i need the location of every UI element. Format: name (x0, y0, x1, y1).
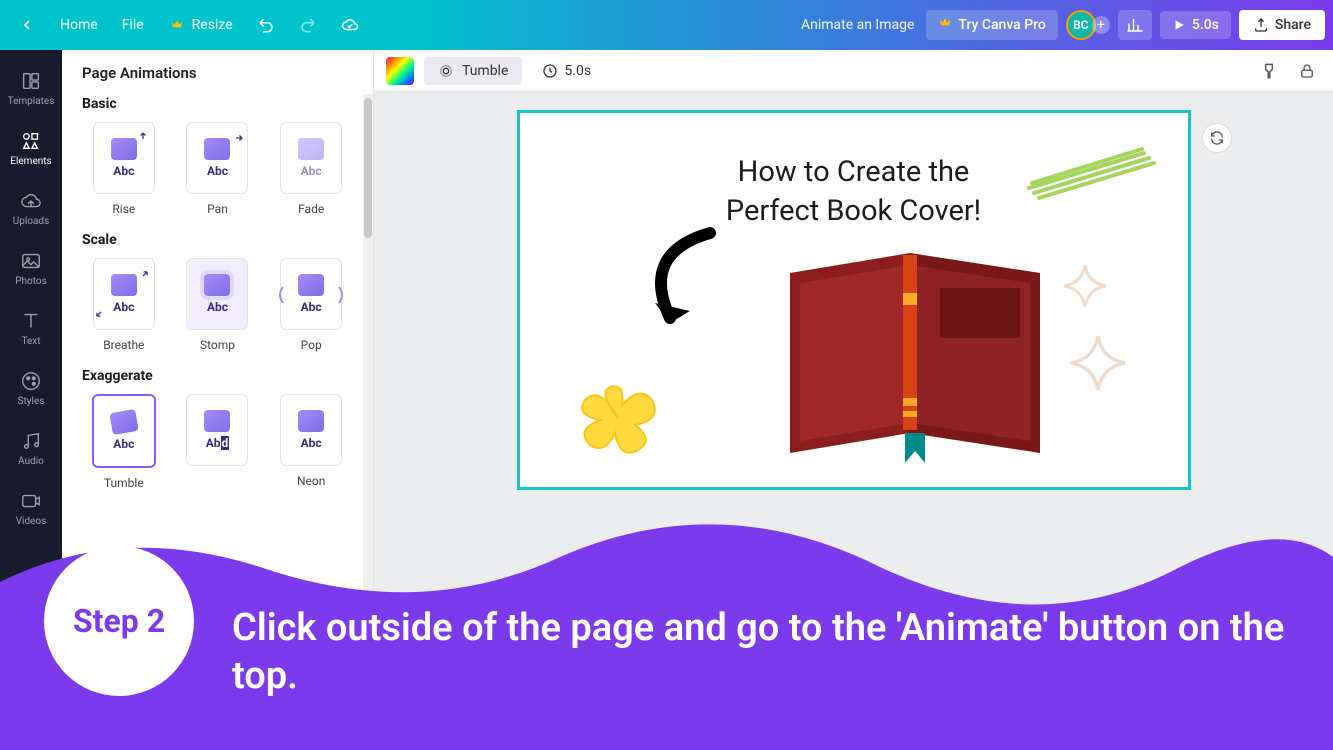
redo-button[interactable] (289, 10, 327, 40)
play-icon (1172, 18, 1186, 32)
context-toolbar: Tumble 5.0s (374, 50, 1333, 92)
anim-label: Rise (112, 202, 135, 216)
rail-text[interactable]: Text (0, 298, 62, 358)
rail-templates[interactable]: Templates (0, 58, 62, 118)
crown-icon (168, 16, 186, 34)
videos-icon (20, 490, 42, 512)
document-title[interactable]: Animate an Image (801, 17, 914, 33)
file-label: File (122, 17, 144, 33)
scribble-graphic[interactable] (1024, 143, 1164, 203)
share-button[interactable]: Share (1239, 10, 1325, 40)
anim-pan[interactable]: Abc (186, 122, 248, 194)
rail-label: Uploads (13, 216, 49, 227)
text-icon (20, 310, 42, 332)
rail-label: Text (21, 336, 40, 347)
sparkle-graphic[interactable] (1068, 333, 1128, 393)
animation-icon (438, 63, 454, 79)
present-duration: 5.0s (1192, 17, 1219, 33)
anim-item[interactable]: Abd (186, 394, 248, 466)
undo-icon (257, 16, 275, 34)
anim-neon[interactable]: Abc (280, 394, 342, 466)
chart-icon (1126, 16, 1144, 34)
anim-tumble[interactable]: Abc (92, 394, 156, 468)
canvas-page[interactable]: How to Create thePerfect Book Cover! (517, 110, 1191, 490)
anim-label: Tumble (104, 476, 144, 490)
insights-button[interactable] (1118, 10, 1152, 40)
elements-icon (20, 130, 42, 152)
rail-label: Audio (18, 456, 44, 467)
rail-styles[interactable]: Styles (0, 358, 62, 418)
arrow-graphic[interactable] (620, 223, 740, 343)
section-basic: Basic (82, 96, 353, 112)
rail-label: Elements (10, 156, 51, 167)
anim-label: Neon (297, 474, 325, 488)
sync-page-button[interactable] (1202, 123, 1232, 153)
undo-button[interactable] (247, 10, 285, 40)
try-pro-label: Try Canva Pro (958, 17, 1045, 33)
rail-audio[interactable]: Audio (0, 418, 62, 478)
lock-icon (1298, 62, 1316, 80)
panel-title: Page Animations (62, 50, 373, 96)
rail-uploads[interactable]: Uploads (0, 178, 62, 238)
top-bar: Home File Resize Animate an Image (0, 0, 1333, 50)
uploads-icon (20, 190, 42, 212)
flower-graphic[interactable] (570, 375, 666, 461)
resize-label: Resize (192, 17, 233, 33)
rail-label: Styles (18, 396, 45, 407)
anim-label: Stomp (200, 338, 235, 352)
style-brush-button[interactable] (1255, 57, 1283, 85)
home-button[interactable]: Home (50, 11, 108, 39)
refresh-icon (1209, 130, 1225, 146)
cloud-sync-button[interactable] (331, 10, 369, 40)
crown-icon (938, 16, 952, 34)
canvas-area[interactable]: How to Create thePerfect Book Cover! (374, 92, 1333, 750)
try-pro-button[interactable]: Try Canva Pro (926, 10, 1057, 40)
rail-label: Videos (16, 516, 47, 527)
animation-button[interactable]: Tumble (424, 57, 522, 85)
chevron-left-icon (18, 16, 36, 34)
background-color-button[interactable] (386, 57, 414, 85)
rail-videos[interactable]: Videos (0, 478, 62, 538)
present-button[interactable]: 5.0s (1160, 11, 1231, 39)
add-member-button[interactable]: + (1092, 16, 1110, 34)
redo-icon (299, 16, 317, 34)
anim-breathe[interactable]: Abc (93, 258, 155, 330)
cloud-check-icon (341, 16, 359, 34)
anim-label: Fade (298, 202, 324, 216)
upload-icon (1253, 17, 1269, 33)
panel-scrollbar[interactable] (363, 94, 373, 750)
templates-icon (20, 70, 42, 92)
duration-label: 5.0s (564, 63, 591, 79)
audio-icon (20, 430, 42, 452)
anim-pop[interactable]: Abc (280, 258, 342, 330)
file-menu[interactable]: File (112, 11, 154, 39)
animation-label: Tumble (462, 63, 508, 79)
side-rail: Templates Elements Uploads Photos Text S… (0, 50, 62, 750)
share-label: Share (1275, 17, 1311, 33)
home-label: Home (60, 17, 98, 33)
anim-label: Breathe (103, 338, 144, 352)
anim-rise[interactable]: Abc (93, 122, 155, 194)
back-button[interactable] (8, 10, 46, 40)
duration-button[interactable]: 5.0s (532, 57, 601, 85)
lock-button[interactable] (1293, 57, 1321, 85)
anim-label: Pan (207, 202, 228, 216)
section-scale: Scale (82, 232, 353, 248)
book-graphic[interactable] (780, 233, 1050, 483)
anim-label: Pop (301, 338, 322, 352)
rail-label: Templates (8, 96, 55, 107)
brush-icon (1259, 61, 1279, 81)
animations-panel: Page Animations Basic Abc Rise Abc Pan A… (62, 50, 374, 750)
section-exaggerate: Exaggerate (82, 368, 353, 384)
rail-label: Photos (15, 276, 47, 287)
anim-stomp[interactable]: Abc (186, 258, 248, 330)
rail-photos[interactable]: Photos (0, 238, 62, 298)
clock-icon (542, 63, 558, 79)
photos-icon (20, 250, 42, 272)
anim-fade[interactable]: Abc (280, 122, 342, 194)
rail-elements[interactable]: Elements (0, 118, 62, 178)
sparkle-graphic[interactable] (1062, 263, 1108, 309)
resize-button[interactable]: Resize (158, 10, 243, 40)
styles-icon (20, 370, 42, 392)
